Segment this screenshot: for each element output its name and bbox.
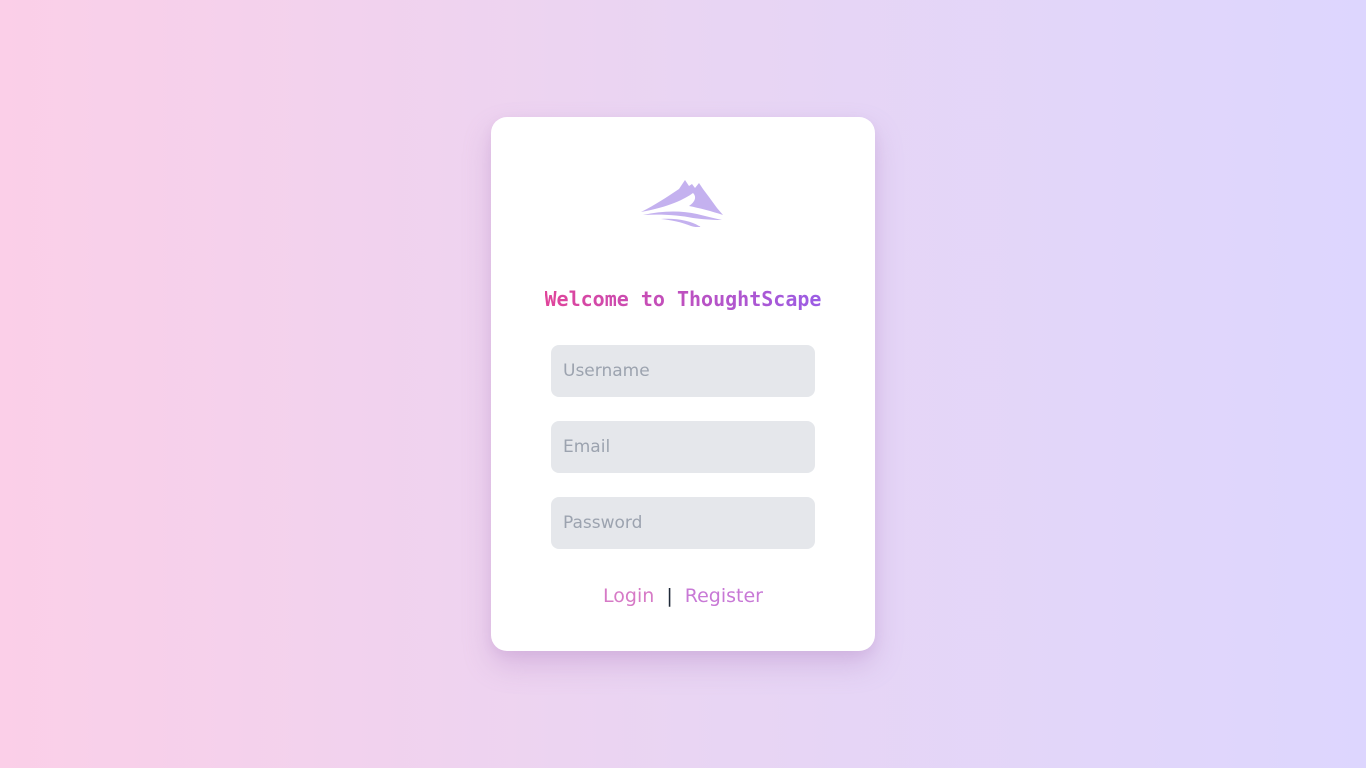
password-input[interactable]	[551, 497, 815, 549]
link-separator: |	[666, 585, 673, 607]
register-link[interactable]: Register	[685, 585, 763, 607]
username-input[interactable]	[551, 345, 815, 397]
page-title-text: Welcome to ThoughtScape	[544, 287, 822, 311]
mountain-logo-icon	[641, 180, 723, 227]
page-title: Welcome to ThoughtScape	[491, 285, 875, 313]
login-card: Welcome to ThoughtScape Login | Register	[491, 117, 875, 651]
login-link[interactable]: Login	[603, 585, 654, 607]
auth-links: Login | Register	[491, 583, 875, 609]
email-input[interactable]	[551, 421, 815, 473]
